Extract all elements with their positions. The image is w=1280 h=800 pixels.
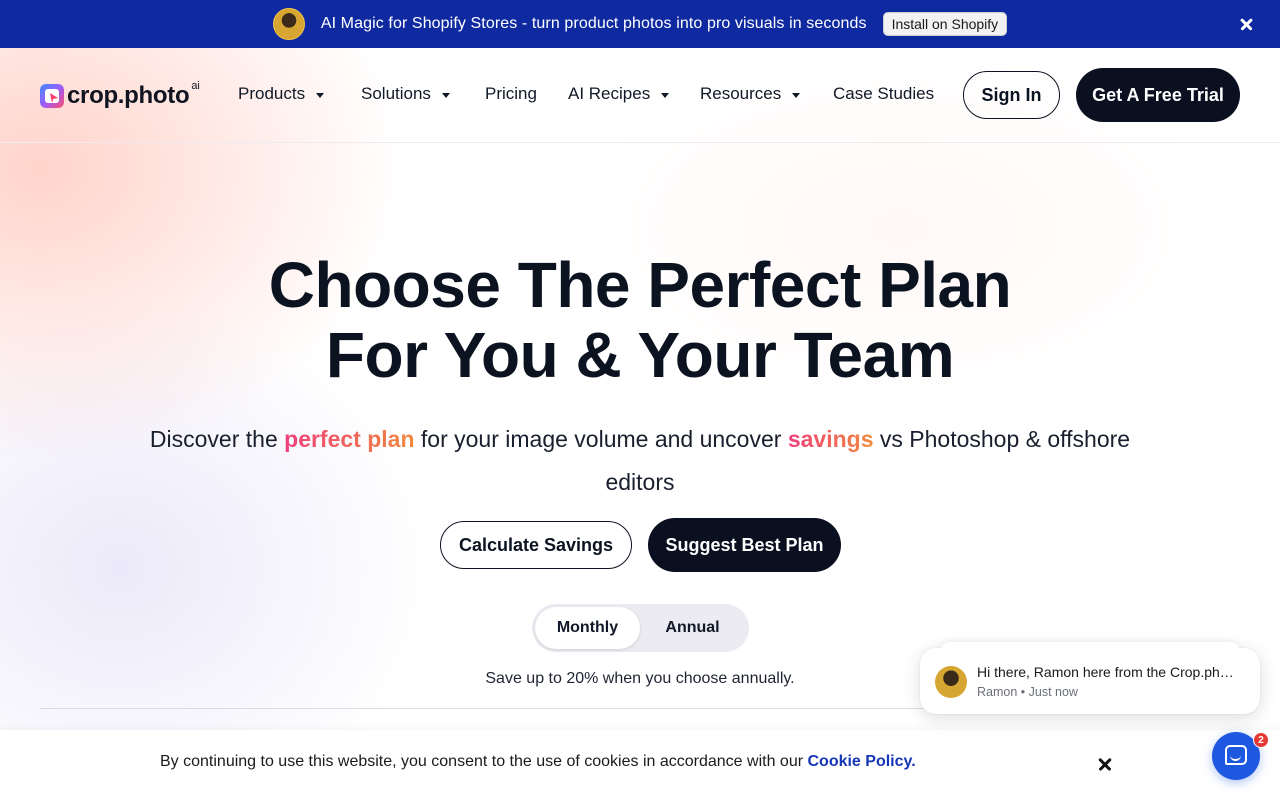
hero-subtitle: Discover the perfect plan for your image… <box>120 418 1160 504</box>
nav-item-products[interactable]: Products <box>238 84 325 104</box>
subtitle-text: for your image volume and uncover <box>414 426 788 452</box>
nav-item-case-studies[interactable]: Case Studies <box>833 84 934 104</box>
cookie-banner: By continuing to use this website, you c… <box>0 730 1280 800</box>
sign-in-button[interactable]: Sign In <box>963 71 1060 119</box>
nav-item-label: Resources <box>700 84 782 103</box>
cookie-message: By continuing to use this website, you c… <box>160 753 808 770</box>
nav-item-resources[interactable]: Resources <box>700 84 801 104</box>
page-title-line-1: Choose The Perfect Plan <box>268 249 1012 321</box>
chat-meta: Ramon • Just now <box>977 685 1078 699</box>
chevron-down-icon <box>316 92 325 98</box>
logo-suffix: ai <box>191 80 200 92</box>
billing-monthly-option[interactable]: Monthly <box>535 607 640 649</box>
chevron-down-icon <box>441 92 450 98</box>
chevron-down-icon <box>792 92 801 98</box>
install-on-shopify-button[interactable]: Install on Shopify <box>882 12 1008 36</box>
chat-icon <box>1225 745 1247 765</box>
nav-item-ai-recipes[interactable]: AI Recipes <box>568 84 670 104</box>
nav-item-label: AI Recipes <box>568 84 651 103</box>
chat-preview[interactable]: Hi there, Ramon here from the Crop.photo… <box>920 642 1260 714</box>
cookie-policy-link[interactable]: Cookie Policy. <box>807 753 915 770</box>
announcement-bar: AI Magic for Shopify Stores - turn produ… <box>0 0 1280 48</box>
billing-toggle: Monthly Annual <box>532 604 749 652</box>
nav-item-pricing[interactable]: Pricing <box>485 84 537 104</box>
subtitle-text: Discover the <box>149 426 285 452</box>
logo[interactable]: crop.photo ai <box>40 80 200 110</box>
nav-item-label: Solutions <box>361 84 431 103</box>
nav-item-label: Case Studies <box>833 84 935 103</box>
nav-item-label: Products <box>238 84 306 103</box>
announcement-text: AI Magic for Shopify Stores - turn produ… <box>320 15 867 32</box>
logo-text: crop.photo <box>67 82 190 109</box>
page-title-line-2: For You & Your Team <box>325 319 955 391</box>
logo-icon <box>40 84 64 108</box>
nav-item-label: Pricing <box>485 84 537 103</box>
cookie-text: By continuing to use this website, you c… <box>160 753 916 771</box>
page-title: Choose The Perfect Plan For You & Your T… <box>0 250 1280 390</box>
suggest-best-plan-button[interactable]: Suggest Best Plan <box>648 518 841 572</box>
highlight-perfect-plan: perfect plan <box>284 426 415 452</box>
avatar <box>272 8 305 40</box>
billing-annual-option[interactable]: Annual <box>640 607 745 649</box>
chat-launcher-button[interactable]: 2 <box>1212 732 1269 780</box>
close-icon[interactable] <box>1236 13 1258 35</box>
chat-message: Hi there, Ramon here from the Crop.photo… <box>977 664 1239 680</box>
calculate-savings-button[interactable]: Calculate Savings <box>440 521 632 569</box>
nav-item-solutions[interactable]: Solutions <box>361 84 450 104</box>
free-trial-button[interactable]: Get A Free Trial <box>1076 68 1240 122</box>
notification-badge: 2 <box>1253 732 1269 748</box>
close-icon[interactable] <box>1095 754 1115 774</box>
chevron-down-icon <box>661 92 670 98</box>
highlight-savings: savings <box>787 426 874 452</box>
avatar <box>935 666 967 698</box>
